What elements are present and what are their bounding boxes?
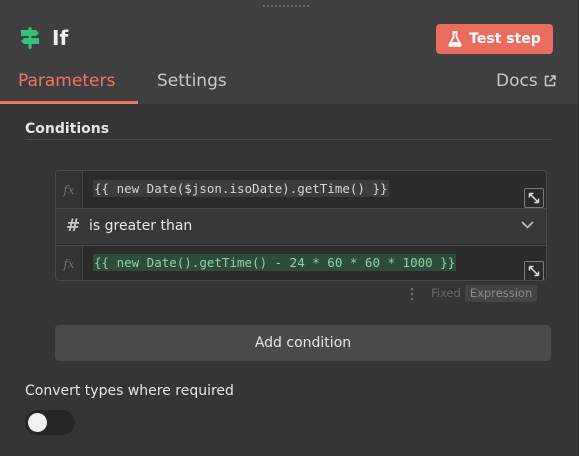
section-divider <box>25 139 552 140</box>
expand-editor-icon[interactable] <box>524 261 544 280</box>
drag-handle[interactable] <box>263 0 309 7</box>
flask-icon <box>448 31 462 47</box>
external-link-icon <box>544 75 556 87</box>
fx-icon: fx <box>56 171 83 208</box>
mode-expression-option[interactable]: Expression <box>464 285 538 302</box>
convert-types-label: Convert types where required <box>25 383 234 399</box>
node-header: If <box>18 22 68 54</box>
number-type-icon: # <box>66 216 81 236</box>
signpost-icon <box>21 27 39 49</box>
chevron-down-icon <box>521 221 534 229</box>
right-value-expression[interactable]: {{ new Date().getTime() - 24 * 60 * 60 *… <box>93 254 457 271</box>
fx-icon: fx <box>56 246 83 280</box>
tab-settings[interactable]: Settings <box>157 71 227 91</box>
node-title[interactable]: If <box>52 26 68 50</box>
docs-label: Docs <box>496 71 538 91</box>
left-value-field[interactable]: fx {{ new Date($json.isoDate).getTime() … <box>56 171 546 209</box>
tab-bar: Parameters Settings Docs <box>0 66 578 105</box>
active-tab-indicator <box>0 101 138 104</box>
tab-docs[interactable]: Docs <box>496 71 556 91</box>
node-settings-panel: If Test step Parameters Settings Docs Co… <box>0 0 579 456</box>
right-value-field[interactable]: fx {{ new Date().getTime() - 24 * 60 * 6… <box>56 245 546 280</box>
value-mode-toggle: Fixed Expression <box>427 285 538 302</box>
expand-editor-icon[interactable] <box>524 188 544 208</box>
operator-label: is greater than <box>89 218 193 234</box>
test-step-label: Test step <box>469 31 541 47</box>
mode-fixed-option[interactable]: Fixed <box>427 285 465 302</box>
toggle-knob <box>28 413 47 432</box>
add-condition-button[interactable]: Add condition <box>55 325 551 361</box>
tab-parameters[interactable]: Parameters <box>18 71 115 91</box>
operator-select[interactable]: # is greater than <box>56 209 546 244</box>
more-options-icon[interactable] <box>409 287 415 301</box>
conditions-heading: Conditions <box>25 121 110 137</box>
condition-block: fx {{ new Date($json.isoDate).getTime() … <box>55 170 547 281</box>
left-value-expression[interactable]: {{ new Date($json.isoDate).getTime() }} <box>93 180 389 197</box>
convert-types-toggle[interactable] <box>25 410 75 435</box>
parameters-content: Conditions fx {{ new Date($json.isoDate)… <box>0 105 578 456</box>
test-step-button[interactable]: Test step <box>436 24 553 54</box>
